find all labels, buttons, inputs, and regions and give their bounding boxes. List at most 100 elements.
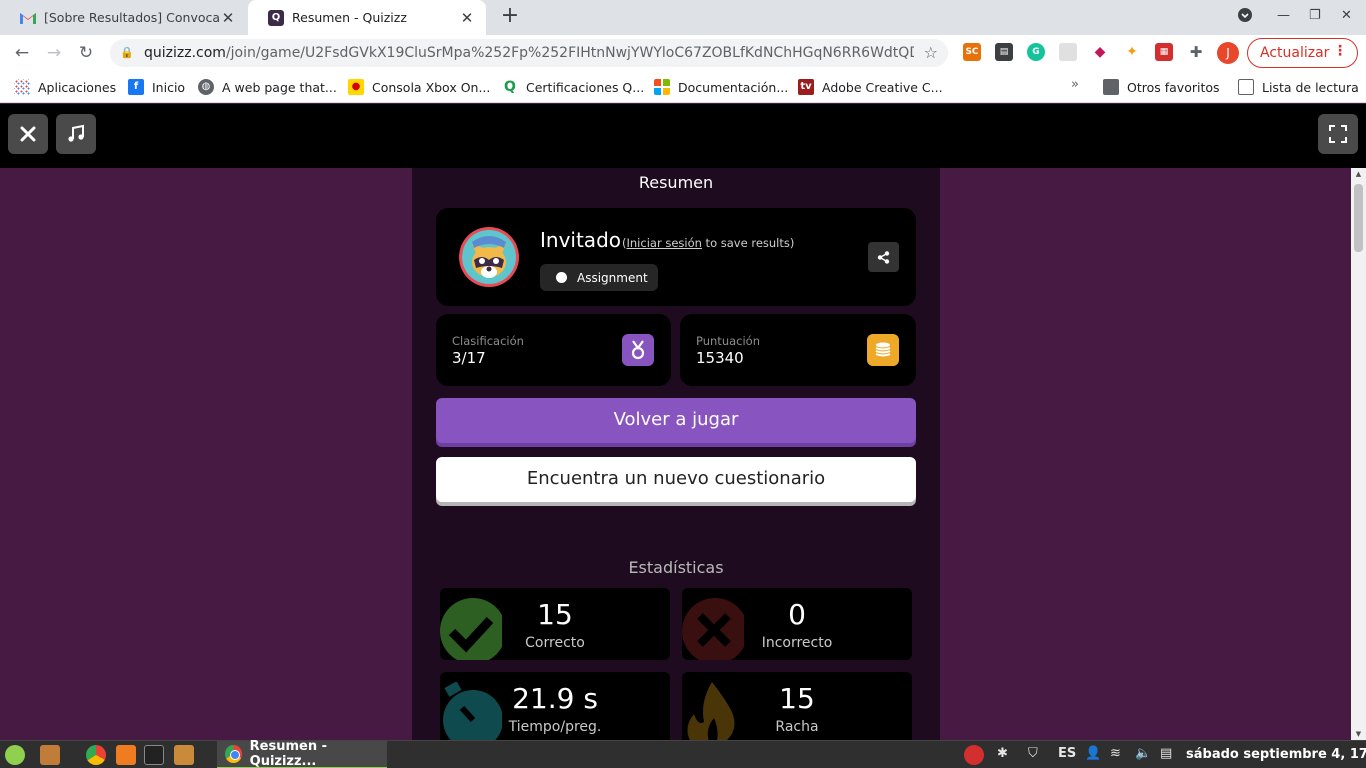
address-bar[interactable]: 🔒 quizizz.com/join/game/U2FsdGVkX19CluSr… bbox=[110, 39, 948, 67]
bookmark-apps[interactable]: Aplicaciones bbox=[14, 77, 116, 97]
browser-toolbar: ← → ↻ 🔒 quizizz.com/join/game/U2FsdGVkX1… bbox=[0, 35, 1366, 71]
mode-label: Assignment bbox=[577, 270, 648, 285]
chrome-icon[interactable] bbox=[86, 745, 106, 765]
rank-label: Clasificación bbox=[452, 334, 524, 348]
shield-icon[interactable]: ⛉ bbox=[1028, 746, 1038, 761]
incorrect-value: 0 bbox=[788, 598, 806, 631]
keyboard-layout[interactable]: ES bbox=[1058, 746, 1076, 761]
bookmark-documentacion[interactable]: Documentación... bbox=[654, 77, 788, 97]
volume-icon[interactable]: 🔈 bbox=[1135, 746, 1151, 761]
reading-list[interactable]: Lista de lectura bbox=[1238, 77, 1359, 97]
more-menu-icon[interactable]: ⋮ bbox=[1333, 43, 1347, 59]
terminal-icon[interactable] bbox=[144, 745, 164, 765]
forward-icon[interactable]: → bbox=[42, 41, 66, 65]
time-tile: 21.9 s Tiempo/preg. bbox=[440, 672, 670, 740]
bookmark-label: Lista de lectura bbox=[1262, 79, 1359, 95]
scroll-down-icon[interactable]: ▼ bbox=[1354, 730, 1363, 738]
correct-label: Correcto bbox=[525, 635, 585, 651]
time-value: 21.9 s bbox=[512, 682, 598, 715]
login-link[interactable]: Iniciar sesión bbox=[627, 236, 702, 250]
clock-icon bbox=[556, 272, 567, 283]
bookmark-label: Consola Xbox On... bbox=[372, 79, 491, 95]
tab-search-icon[interactable] bbox=[1238, 8, 1252, 26]
fullscreen-icon bbox=[1329, 125, 1347, 143]
bookmark-label: Documentación... bbox=[678, 79, 789, 95]
bookmark-certificaciones[interactable]: Q Certificaciones Q... bbox=[502, 77, 644, 97]
extension-sc-icon[interactable]: SC bbox=[963, 43, 981, 61]
score-value: 15340 bbox=[696, 349, 744, 367]
folder-icon[interactable] bbox=[174, 745, 194, 765]
play-again-button[interactable]: Volver a jugar bbox=[436, 398, 916, 443]
stats-title: Estadísticas bbox=[628, 558, 724, 577]
restore-icon[interactable]: ❐ bbox=[1309, 8, 1321, 23]
extension-mega-icon[interactable]: ▦ bbox=[1155, 43, 1173, 61]
bluetooth-icon[interactable]: ✱ bbox=[997, 746, 1008, 761]
update-label: Actualizar bbox=[1260, 45, 1330, 61]
extension-keyboard-icon[interactable]: ▤ bbox=[995, 43, 1013, 61]
tab-gmail[interactable]: [Sobre Resultados] Convocato ✕ bbox=[0, 0, 247, 35]
correct-tile: 15 Correcto bbox=[440, 588, 670, 660]
scroll-up-icon[interactable]: ▲ bbox=[1354, 170, 1363, 178]
tab-quizizz[interactable]: Q Resumen - Quizizz ✕ bbox=[248, 0, 486, 35]
rank-value: 3/17 bbox=[452, 349, 486, 367]
new-tab-button[interactable]: + bbox=[498, 5, 522, 29]
xbox-console-icon: ● bbox=[348, 79, 364, 95]
wifi-icon[interactable]: ≋ bbox=[1110, 746, 1121, 761]
taskbar: Resumen - Quizizz... ✱ ⛉ ES 👤 ≋ 🔈 ▤ sába… bbox=[0, 739, 1366, 768]
browser-tab-strip: [Sobre Resultados] Convocato ✕ Q Resumen… bbox=[0, 0, 1366, 35]
scrollbar-thumb[interactable] bbox=[1354, 184, 1363, 252]
find-new-quiz-button[interactable]: Encuentra un nuevo cuestionario bbox=[436, 457, 916, 502]
mint-menu-icon[interactable] bbox=[5, 745, 25, 765]
bookmark-xbox[interactable]: ● Consola Xbox On... bbox=[348, 77, 490, 97]
clipboard-icon[interactable]: ▤ bbox=[1160, 746, 1172, 761]
bookmark-web-page[interactable]: ◍ A web page that... bbox=[198, 77, 337, 97]
bookmark-star-icon[interactable]: ☆ bbox=[924, 43, 938, 62]
mode-badge: Assignment bbox=[540, 264, 658, 291]
minimize-icon[interactable]: — bbox=[1277, 8, 1290, 23]
streak-value: 15 bbox=[779, 682, 815, 715]
raccoon-avatar-icon bbox=[472, 236, 506, 278]
window-close-icon[interactable]: ✕ bbox=[1341, 8, 1352, 23]
incorrect-tile: 0 Incorrecto bbox=[682, 588, 912, 660]
bookmark-adobe[interactable]: tv Adobe Creative C... bbox=[798, 77, 943, 97]
update-button[interactable]: Actualizar ⋮ bbox=[1247, 38, 1358, 68]
store-icon[interactable] bbox=[116, 745, 136, 765]
user-icon[interactable]: 👤 bbox=[1085, 746, 1101, 761]
close-icon[interactable]: ✕ bbox=[458, 9, 476, 27]
mega-tray-icon[interactable] bbox=[964, 745, 984, 765]
lock-icon: 🔒 bbox=[120, 46, 134, 59]
taskbar-clock[interactable]: sábado septiembre 4, 17:02 bbox=[1186, 747, 1366, 762]
music-note-icon bbox=[68, 124, 84, 142]
bookmarks-bar: Aplicaciones f Inicio ◍ A web page that.… bbox=[0, 71, 1366, 103]
qlik-icon: Q bbox=[502, 79, 518, 95]
page-scrollbar[interactable]: ▲ ▼ bbox=[1351, 168, 1366, 740]
extensions-puzzle-icon[interactable]: ✚ bbox=[1187, 43, 1205, 61]
share-icon bbox=[877, 250, 890, 264]
medal-icon bbox=[622, 334, 654, 366]
time-label: Tiempo/preg. bbox=[508, 719, 602, 735]
close-icon[interactable]: ✕ bbox=[219, 9, 237, 27]
extension-grid-icon[interactable] bbox=[1059, 43, 1077, 61]
chevron-more-icon[interactable]: » bbox=[1071, 77, 1079, 92]
reload-icon[interactable]: ↻ bbox=[74, 41, 98, 65]
window-title: Resumen - Quizizz... bbox=[249, 739, 327, 768]
quiz-top-bar bbox=[0, 104, 1366, 168]
file-manager-icon[interactable] bbox=[40, 745, 60, 765]
close-button[interactable] bbox=[8, 114, 48, 154]
url-text[interactable]: quizizz.com/join/game/U2FsdGVkX19CluSrMp… bbox=[144, 45, 914, 61]
player-card: Invitado (Iniciar sesión to save results… bbox=[436, 208, 916, 306]
taskbar-window-quizizz[interactable]: Resumen - Quizizz... bbox=[217, 739, 387, 768]
music-button[interactable] bbox=[56, 114, 96, 154]
bookmark-inicio[interactable]: f Inicio bbox=[128, 77, 185, 97]
profile-avatar[interactable]: J bbox=[1217, 42, 1239, 64]
extension-diamond-icon[interactable]: ◆ bbox=[1091, 43, 1109, 61]
bookmark-label: Adobe Creative C... bbox=[822, 79, 943, 95]
grammarly-icon[interactable]: G bbox=[1027, 43, 1045, 61]
fullscreen-button[interactable] bbox=[1318, 114, 1358, 154]
back-icon[interactable]: ← bbox=[10, 41, 34, 65]
apps-grid-icon bbox=[14, 79, 30, 95]
extension-fish-icon[interactable]: ✦ bbox=[1123, 43, 1141, 61]
share-button[interactable] bbox=[868, 242, 899, 272]
bookmark-label: Otros favoritos bbox=[1127, 79, 1220, 95]
bookmark-folder-otros[interactable]: Otros favoritos bbox=[1103, 77, 1220, 97]
